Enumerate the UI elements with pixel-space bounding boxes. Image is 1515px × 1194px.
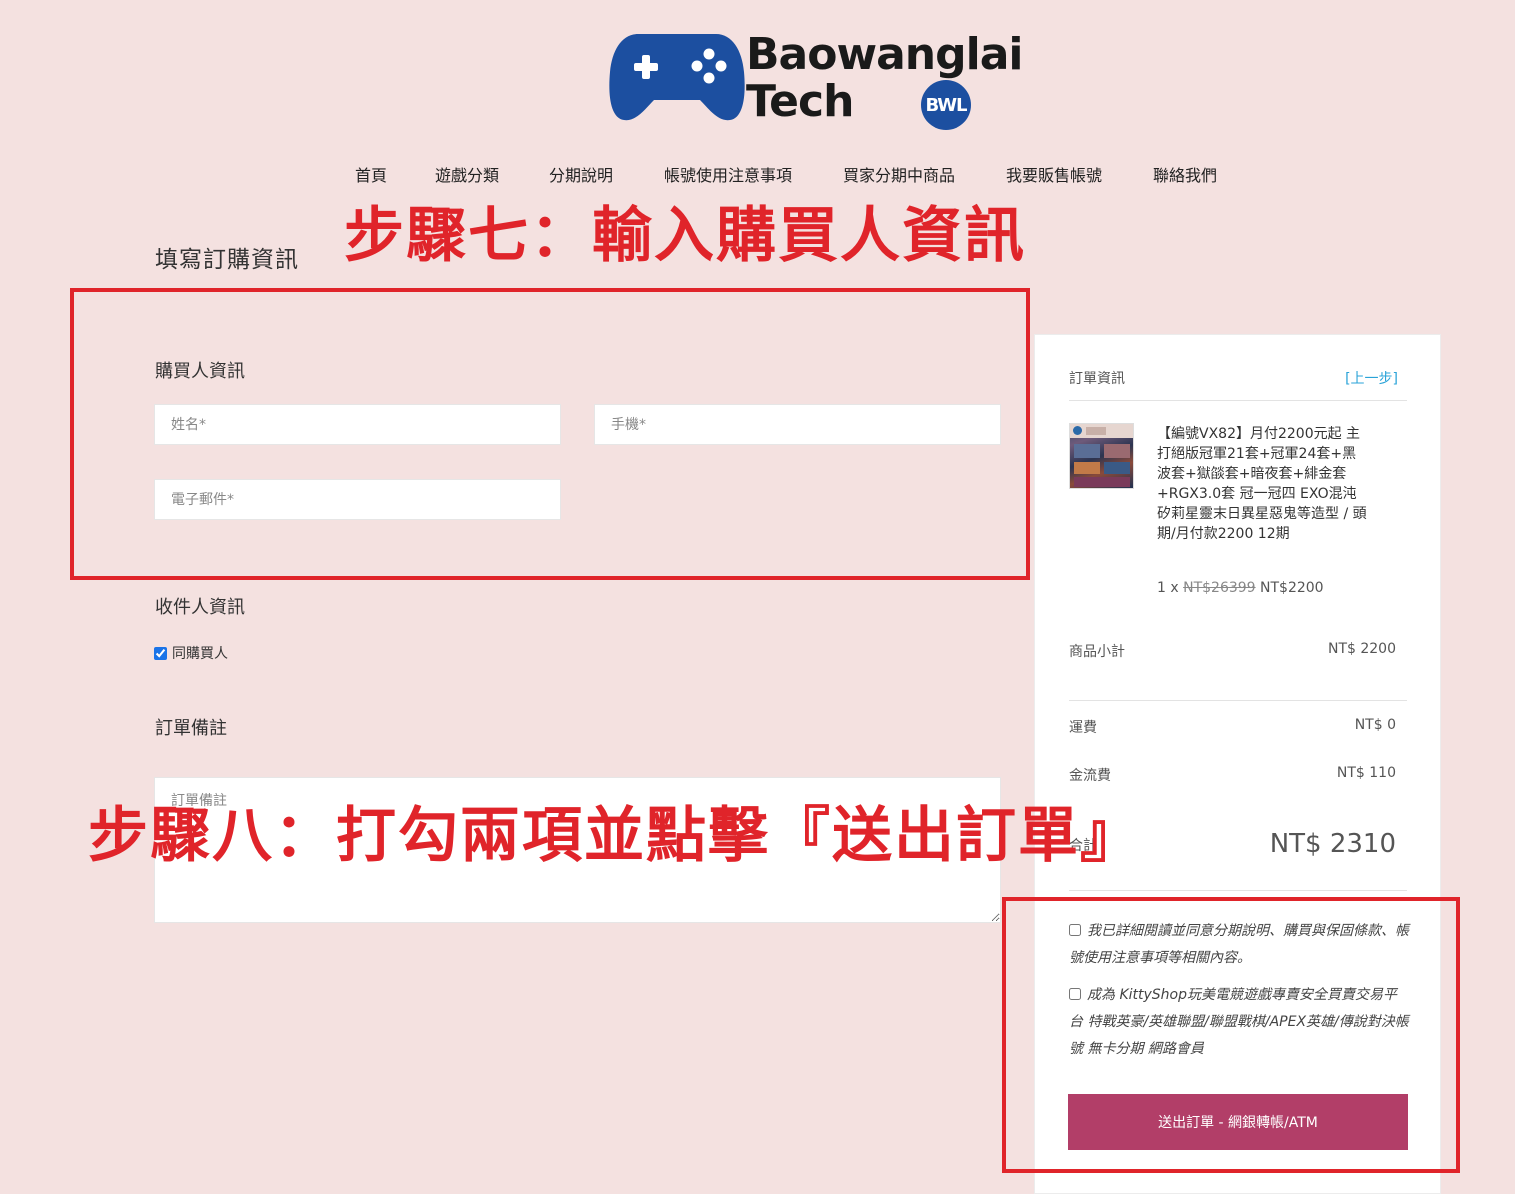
order-note-title: 訂單備註 — [155, 718, 227, 739]
product-sale-price: NT$2200 — [1260, 580, 1324, 596]
order-summary-title: 訂單資訊 — [1069, 371, 1125, 387]
step-8-annotation: 步驟八：打勾兩項並點擊『送出訂單』 — [88, 801, 1142, 871]
nav-item-sell-account[interactable]: 我要販售帳號 — [1006, 162, 1102, 186]
product-original-price: NT$26399 — [1183, 580, 1256, 596]
product-qty: 1 x — [1157, 580, 1179, 596]
member-agree-checkbox[interactable] — [1069, 988, 1081, 1000]
divider — [1069, 700, 1407, 701]
recipient-info-title: 收件人資訊 — [155, 597, 245, 618]
nav-item-game-categories[interactable]: 遊戲分類 — [435, 162, 499, 186]
payment-fee-value: NT$ 110 — [1336, 765, 1396, 781]
subtotal-label: 商品小計 — [1069, 644, 1125, 660]
product-name: 【編號VX82】月付2200元起 主打絕版冠軍21套+冠軍24套+黑波套+獄燄套… — [1157, 426, 1367, 542]
subtotal-value: NT$ 2200 — [1327, 641, 1396, 657]
logo-line-2: Tech — [746, 76, 854, 127]
email-input[interactable] — [154, 479, 561, 520]
same-as-buyer-label: 同購買人 — [172, 646, 228, 662]
total-value: NT$ 2310 — [1269, 829, 1396, 859]
back-step-link[interactable]: [上一步] — [1345, 368, 1398, 388]
name-input[interactable] — [154, 404, 561, 445]
order-summary-panel: 訂單資訊 [上一步] 【編號VX82】月付2200元起 主打絕版冠軍21套+冠軍… — [1034, 334, 1441, 1194]
nav-item-buyer-installments[interactable]: 買家分期中商品 — [843, 162, 955, 186]
page-title: 填寫訂購資訊 — [155, 247, 299, 273]
terms-agree-text: 我已詳細閱讀並同意分期說明、購買與保固條款、帳號使用注意事項等相關內容。 — [1069, 923, 1409, 966]
logo-badge: BWL — [921, 80, 971, 130]
nav-item-account-notes[interactable]: 帳號使用注意事項 — [664, 162, 792, 186]
submit-order-button[interactable]: 送出訂單 - 網銀轉帳/ATM — [1068, 1094, 1408, 1150]
product-price-line: 1 x NT$26399 NT$2200 — [1157, 580, 1324, 596]
product-thumbnail — [1069, 423, 1134, 489]
shipping-value: NT$ 0 — [1354, 717, 1396, 733]
terms-agree-checkbox[interactable] — [1069, 924, 1081, 936]
member-agree-option[interactable]: 成為 KittyShop玩美電競遊戲專賣安全買賣交易平台 特戰英豪/英雄聯盟/聯… — [1069, 982, 1409, 1063]
step-7-annotation: 步驟七：輸入購買人資訊 — [344, 201, 1026, 271]
nav-item-installment-info[interactable]: 分期說明 — [549, 162, 613, 186]
nav-item-contact[interactable]: 聯絡我們 — [1153, 162, 1217, 186]
buyer-info-title: 購買人資訊 — [155, 361, 245, 382]
logo-wordmark: Baowanglai Tech — [746, 29, 1023, 127]
logo-line-1: Baowanglai — [746, 29, 1023, 80]
main-nav: 首頁 遊戲分類 分期說明 帳號使用注意事項 買家分期中商品 我要販售帳號 聯絡我… — [0, 162, 1515, 186]
divider — [1069, 400, 1407, 401]
shipping-label: 運費 — [1069, 720, 1097, 736]
same-as-buyer-checkbox[interactable] — [154, 646, 167, 660]
same-as-buyer-option[interactable]: 同購買人 — [154, 643, 228, 663]
member-agree-text: 成為 KittyShop玩美電競遊戲專賣安全買賣交易平台 特戰英豪/英雄聯盟/聯… — [1069, 987, 1409, 1057]
phone-input[interactable] — [594, 404, 1001, 445]
nav-item-home[interactable]: 首頁 — [355, 162, 387, 186]
divider — [1069, 890, 1407, 891]
gamepad-icon — [609, 34, 745, 121]
terms-agree-option[interactable]: 我已詳細閱讀並同意分期說明、購買與保固條款、帳號使用注意事項等相關內容。 — [1069, 918, 1409, 972]
payment-fee-label: 金流費 — [1069, 768, 1111, 784]
site-logo[interactable]: Baowanglai Tech BWL — [608, 28, 1023, 132]
